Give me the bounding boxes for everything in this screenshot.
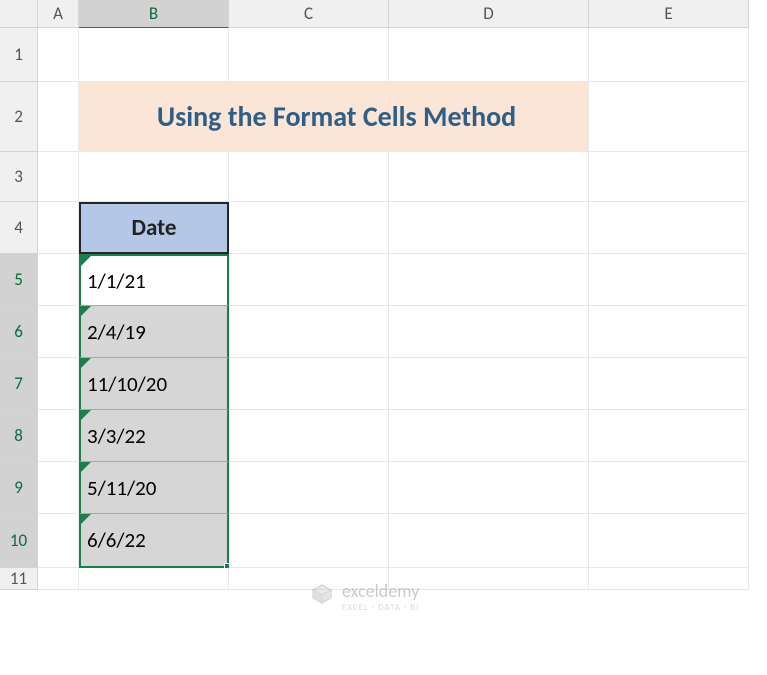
cell-A11[interactable] [38,568,79,590]
cell-D1[interactable] [389,28,589,82]
cell-D6[interactable] [389,306,589,358]
cell-A1[interactable] [38,28,79,82]
row-header-5[interactable]: 5 [0,254,38,306]
cell-C4[interactable] [229,202,389,254]
date-column-header[interactable]: Date [79,202,229,254]
col-header-A[interactable]: A [38,0,79,28]
error-indicator-icon [81,410,91,420]
cell-A3[interactable] [38,152,79,202]
cell-B6[interactable]: 2/4/19 [79,306,229,358]
cube-icon [310,582,334,611]
error-indicator-icon [81,358,91,368]
error-indicator-icon [81,462,91,472]
select-all-corner[interactable] [0,0,38,28]
cell-C9[interactable] [229,462,389,514]
cell-C5[interactable] [229,254,389,306]
cell-D8[interactable] [389,410,589,462]
cell-D4[interactable] [389,202,589,254]
cell-E4[interactable] [589,202,749,254]
spreadsheet-grid: A B C D E 1 2 Using the Format Cells Met… [0,0,749,590]
cell-D7[interactable] [389,358,589,410]
cell-E1[interactable] [589,28,749,82]
cell-D10[interactable] [389,514,589,568]
cell-value: 11/10/20 [87,371,167,397]
cell-C8[interactable] [229,410,389,462]
cell-E2[interactable] [589,82,749,152]
col-header-B[interactable]: B [79,0,229,28]
cell-C3[interactable] [229,152,389,202]
cell-E8[interactable] [589,410,749,462]
row-header-2[interactable]: 2 [0,82,38,152]
cell-C7[interactable] [229,358,389,410]
cell-B11[interactable] [79,568,229,590]
cell-A8[interactable] [38,410,79,462]
col-header-E[interactable]: E [589,0,749,28]
cell-C1[interactable] [229,28,389,82]
cell-value: 1/1/21 [87,268,146,294]
cell-C6[interactable] [229,306,389,358]
cell-A2[interactable] [38,82,79,152]
row-header-3[interactable]: 3 [0,152,38,202]
cell-C10[interactable] [229,514,389,568]
cell-value: 6/6/22 [87,527,146,553]
cell-value: 5/11/20 [87,475,156,501]
cell-D3[interactable] [389,152,589,202]
row-header-8[interactable]: 8 [0,410,38,462]
cell-E7[interactable] [589,358,749,410]
cell-B7[interactable]: 11/10/20 [79,358,229,410]
cell-E3[interactable] [589,152,749,202]
cell-E10[interactable] [589,514,749,568]
cell-A9[interactable] [38,462,79,514]
row-header-7[interactable]: 7 [0,358,38,410]
col-header-D[interactable]: D [389,0,589,28]
cell-B3[interactable] [79,152,229,202]
cell-E9[interactable] [589,462,749,514]
cell-D5[interactable] [389,254,589,306]
watermark: exceldemy EXCEL · DATA · BI [310,580,419,613]
cell-E11[interactable] [589,568,749,590]
cell-value: 3/3/22 [87,423,146,449]
cell-B9[interactable]: 5/11/20 [79,462,229,514]
cell-A5[interactable] [38,254,79,306]
row-header-6[interactable]: 6 [0,306,38,358]
row-header-11[interactable]: 11 [0,568,38,590]
cell-E6[interactable] [589,306,749,358]
row-header-4[interactable]: 4 [0,202,38,254]
cell-B10[interactable]: 6/6/22 [79,514,229,568]
cell-A6[interactable] [38,306,79,358]
cell-B5[interactable]: 1/1/21 [79,254,229,306]
error-indicator-icon [81,306,91,316]
row-header-10[interactable]: 10 [0,514,38,568]
cell-value: 2/4/19 [87,319,146,345]
cell-E5[interactable] [589,254,749,306]
cell-B8[interactable]: 3/3/22 [79,410,229,462]
error-indicator-icon [81,256,91,266]
title-banner[interactable]: Using the Format Cells Method [79,82,589,152]
error-indicator-icon [81,514,91,524]
cell-A7[interactable] [38,358,79,410]
cell-A4[interactable] [38,202,79,254]
row-header-9[interactable]: 9 [0,462,38,514]
row-header-1[interactable]: 1 [0,28,38,82]
cell-A10[interactable] [38,514,79,568]
cell-B1[interactable] [79,28,229,82]
title-text: Using the Format Cells Method [157,99,516,134]
col-header-C[interactable]: C [229,0,389,28]
cell-D9[interactable] [389,462,589,514]
watermark-text: exceldemy EXCEL · DATA · BI [342,580,419,613]
